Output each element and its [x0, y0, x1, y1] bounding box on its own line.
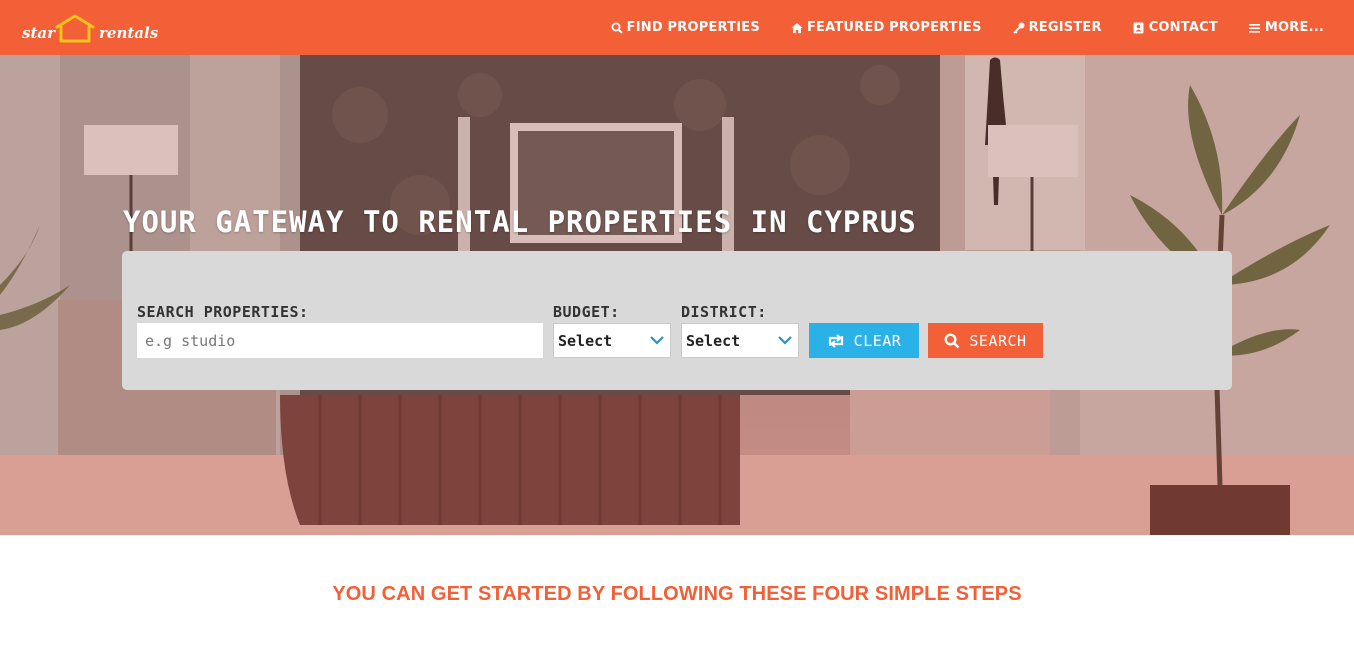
key-icon — [1012, 22, 1025, 34]
district-select-value: Select — [686, 331, 741, 350]
nav-more-label: MORE... — [1264, 20, 1324, 35]
menu-bars-icon — [1248, 22, 1261, 34]
search-properties-label: SEARCH PROPERTIES: — [137, 303, 309, 321]
clear-button-label: CLEAR — [853, 331, 902, 350]
main-nav: FIND PROPERTIES FEATURED PROPERTIES REGI… — [580, 0, 1324, 55]
nav-more[interactable]: MORE... — [1248, 20, 1324, 35]
budget-select-value: Select — [558, 331, 613, 350]
home-icon — [791, 22, 803, 34]
steps-heading: YOU CAN GET STARTED BY FOLLOWING THESE F… — [332, 583, 1022, 605]
nav-featured-properties-label: FEATURED PROPERTIES — [806, 20, 982, 35]
chevron-down-icon — [778, 336, 792, 345]
logo-text-rentals: rentals — [99, 24, 159, 42]
nav-featured-properties[interactable]: FEATURED PROPERTIES — [791, 20, 982, 35]
district-select[interactable]: Select — [681, 323, 799, 358]
top-header: star rentals FIND PROPERTIES FEATURED PR… — [0, 0, 1354, 55]
nav-register-label: REGISTER — [1028, 20, 1102, 35]
search-panel: SEARCH PROPERTIES: BUDGET: Select DISTRI… — [122, 251, 1232, 390]
nav-find-properties[interactable]: FIND PROPERTIES — [611, 20, 760, 35]
nav-contact[interactable]: CONTACT — [1133, 20, 1218, 35]
hero-banner: YOUR GATEWAY TO RENTAL PROPERTIES IN CYP… — [0, 55, 1354, 535]
nav-contact-label: CONTACT — [1148, 20, 1218, 35]
site-logo[interactable]: star rentals — [20, 11, 158, 45]
house-logo-icon — [55, 14, 95, 43]
contact-card-icon — [1133, 22, 1145, 34]
logo-text-star: star — [22, 24, 55, 42]
search-icon — [944, 332, 960, 349]
budget-select[interactable]: Select — [553, 323, 671, 358]
chevron-down-icon — [650, 336, 664, 345]
nav-register[interactable]: REGISTER — [1012, 20, 1102, 35]
district-label: DISTRICT: — [681, 303, 767, 321]
search-button[interactable]: SEARCH — [928, 323, 1043, 358]
search-icon — [611, 22, 623, 34]
nav-find-properties-label: FIND PROPERTIES — [626, 20, 760, 35]
search-input[interactable] — [137, 323, 543, 358]
budget-label: BUDGET: — [553, 303, 620, 321]
hero-title: YOUR GATEWAY TO RENTAL PROPERTIES IN CYP… — [123, 205, 917, 239]
search-button-label: SEARCH — [969, 331, 1027, 350]
clear-button[interactable]: CLEAR — [809, 323, 919, 358]
retweet-icon — [827, 333, 845, 348]
